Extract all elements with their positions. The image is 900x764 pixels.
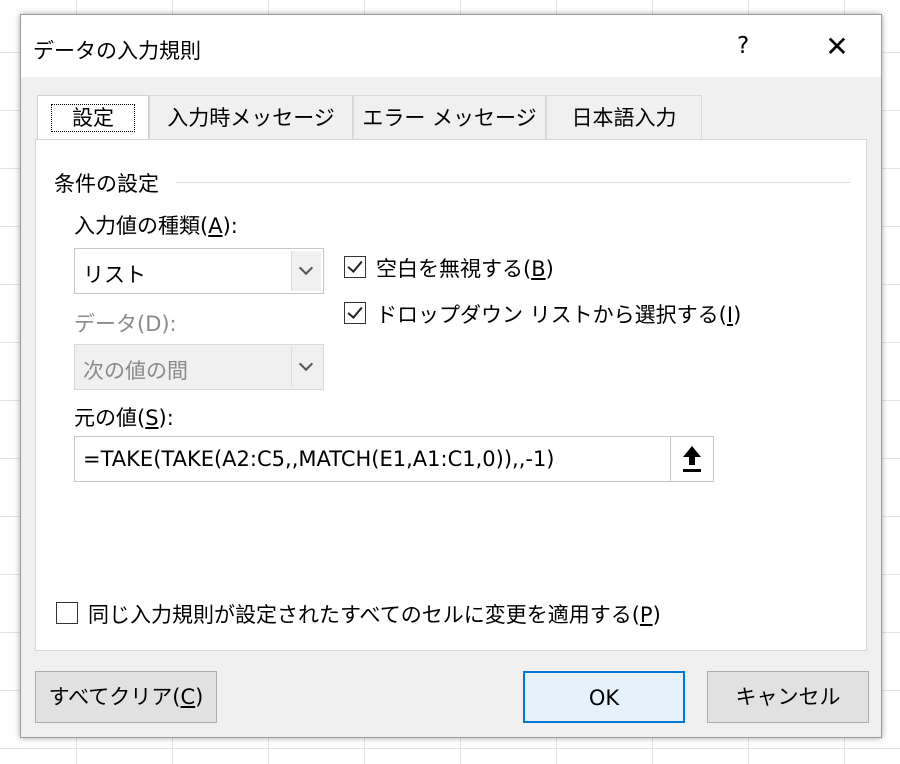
clear-all-button[interactable]: すべてクリア(C)	[35, 671, 217, 723]
data-select: 次の値の間	[74, 344, 324, 390]
data-dropdown-button	[291, 347, 321, 387]
dialog-title: データの入力規則	[33, 39, 201, 63]
ok-button[interactable]: OK	[523, 671, 685, 723]
data-select-value: 次の値の間	[83, 359, 188, 383]
help-button[interactable]: ?	[737, 33, 749, 59]
tab-input-message[interactable]: 入力時メッセージ	[149, 95, 353, 139]
source-input[interactable]: =TAKE(TAKE(A2:C5,,MATCH(E1,A1:C1,0)),,-1…	[74, 436, 672, 482]
ignore-blank-checkbox[interactable]	[344, 256, 366, 278]
tab-ime-mode[interactable]: 日本語入力	[546, 95, 702, 139]
data-label: データ(D):	[74, 312, 177, 336]
checkmark-icon	[347, 257, 363, 273]
tab-error-message[interactable]: エラー メッセージ	[353, 95, 546, 139]
checkmark-icon	[347, 303, 363, 319]
source-label: 元の値(S):	[74, 406, 174, 430]
group-divider	[176, 182, 850, 183]
allow-dropdown-button[interactable]	[291, 251, 321, 291]
in-cell-dropdown-label[interactable]: ドロップダウン リストから選択する(I)	[376, 299, 741, 329]
title-bar: データの入力規則 ? ✕	[21, 15, 881, 77]
apply-to-all-label[interactable]: 同じ入力規則が設定されたすべてのセルに変更を適用する(P)	[88, 599, 661, 629]
allow-select[interactable]: リスト	[74, 248, 324, 294]
ignore-blank-label[interactable]: 空白を無視する(B)	[376, 253, 554, 283]
arrow-up-icon	[683, 446, 701, 472]
close-icon: ✕	[825, 30, 849, 63]
source-input-value: =TAKE(TAKE(A2:C5,,MATCH(E1,A1:C1,0)),,-1…	[83, 447, 555, 471]
settings-panel: 条件の設定 入力値の種類(A): リスト データ(D): 次の値の間 空白を無視…	[35, 139, 867, 651]
chevron-down-icon	[298, 356, 314, 372]
close-button[interactable]: ✕	[817, 29, 857, 65]
data-validation-dialog: データの入力規則 ? ✕ 設定 入力時メッセージ エラー メッセージ 日本語入力…	[20, 14, 882, 738]
allow-label: 入力値の種類(A):	[74, 214, 238, 238]
tab-settings-label: 設定	[51, 104, 135, 132]
range-select-button[interactable]	[670, 436, 714, 482]
allow-select-value: リスト	[83, 263, 146, 287]
tab-settings[interactable]: 設定	[37, 95, 149, 141]
in-cell-dropdown-checkbox[interactable]	[344, 302, 366, 324]
apply-to-all-checkbox[interactable]	[56, 602, 78, 624]
chevron-down-icon	[298, 260, 314, 276]
validation-criteria-label: 条件の設定	[54, 172, 159, 196]
cancel-button[interactable]: キャンセル	[707, 671, 869, 723]
